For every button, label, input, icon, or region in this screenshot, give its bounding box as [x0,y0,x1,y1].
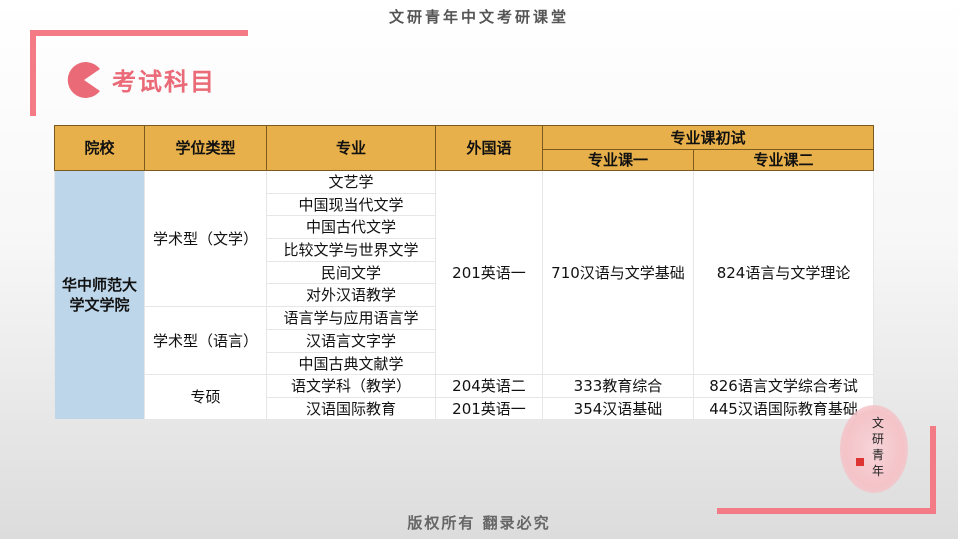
foreign-language-cell: 201英语一 [435,397,543,420]
footer-copyright: 版权所有 翻录必究 [407,514,551,532]
header-title: 文研青年中文考研课堂 [388,8,569,26]
header-foreign-language: 外国语 [435,125,543,171]
major-cell: 中国现当代文学 [266,193,436,216]
seal-text: 文研青年 [872,416,885,478]
course2-cell: 824语言与文学理论 [692,170,875,375]
degree-type-cell: 专硕 [144,374,267,420]
header-major: 专业 [266,125,436,171]
major-cell: 文艺学 [266,170,436,194]
foreign-language-cell: 204英语二 [435,374,543,398]
exam-subjects-table: 院校 学位类型 专业 外国语 专业课初试 专业课一 专业课二 华中师范大学文学院… [54,125,875,420]
course1-cell: 333教育综合 [542,374,694,398]
pacman-icon [67,62,100,98]
stamp-icon [856,458,864,466]
header-degree-type: 学位类型 [144,125,267,171]
decorative-frame-top [30,30,248,36]
course2-cell: 826语言文学综合考试 [692,374,875,398]
decorative-frame-right [930,426,936,514]
header-course1: 专业课一 [542,149,694,171]
foreign-language-cell: 201英语一 [435,170,543,375]
degree-type-cell: 学术型（文学） [144,170,267,307]
header-course2: 专业课二 [692,149,875,171]
major-cell: 对外汉语教学 [266,283,436,307]
school-cell: 华中师范大学文学院 [54,170,145,420]
degree-type-cell: 学术型（语言） [144,306,267,375]
header-prelim: 专业课初试 [541,125,875,150]
major-cell: 汉语言文字学 [266,329,436,353]
major-cell: 民间文学 [266,261,436,284]
section-title: 考试科目 [112,68,216,96]
major-cell: 汉语国际教育 [266,397,436,420]
major-cell: 中国古代文学 [266,215,436,239]
major-cell: 语言学与应用语言学 [266,306,436,330]
major-cell: 比较文学与世界文学 [266,238,436,262]
course2-cell: 445汉语国际教育基础 [692,397,875,420]
major-cell: 中国古典文献学 [266,352,436,375]
course1-cell: 354汉语基础 [542,397,694,420]
decorative-frame-left [30,30,36,116]
course1-cell: 710汉语与文学基础 [542,170,694,375]
major-cell: 语文学科（教学） [266,374,436,398]
header-school: 院校 [54,125,145,171]
